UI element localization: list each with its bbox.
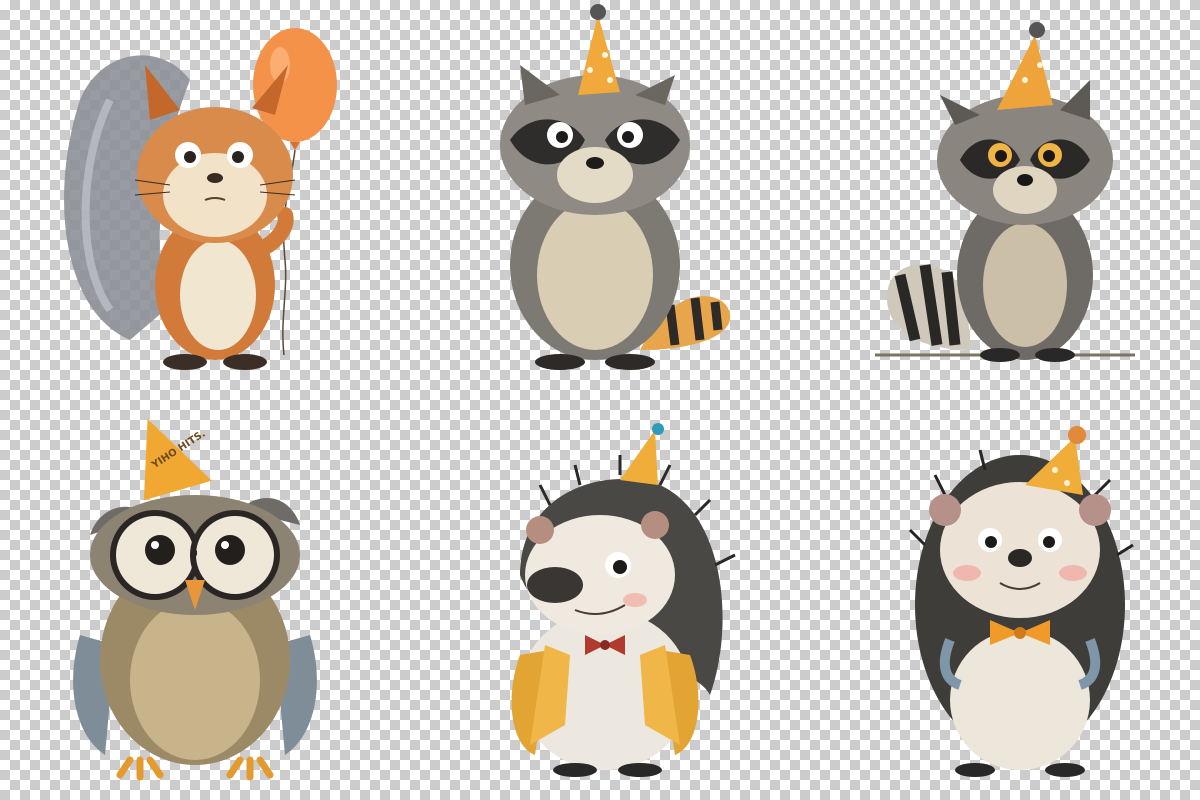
hedgehog-illustration-bowtie bbox=[905, 425, 1135, 785]
squirrel-illustration bbox=[40, 10, 360, 390]
hedgehog-illustration-jacket bbox=[490, 423, 740, 785]
transparent-canvas: YIHO HITS. bbox=[0, 0, 1200, 800]
raccoon-illustration-front bbox=[470, 0, 750, 380]
raccoon-illustration-side bbox=[875, 10, 1165, 370]
owl-illustration: YIHO HITS. bbox=[60, 415, 330, 785]
